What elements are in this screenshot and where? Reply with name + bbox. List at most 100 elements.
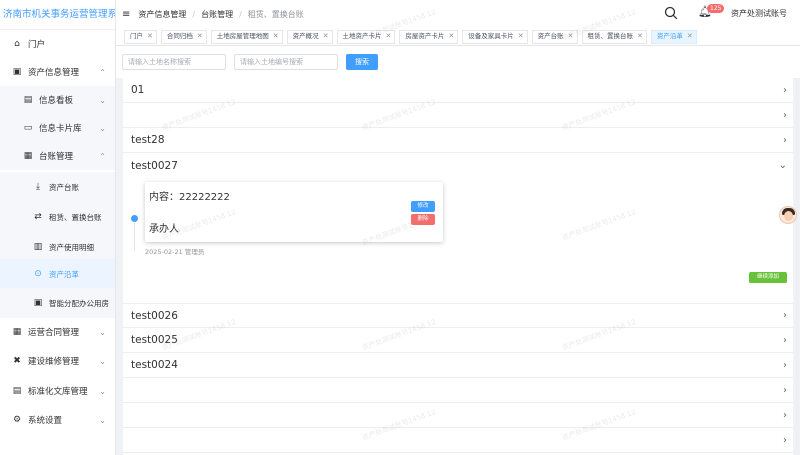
notification-badge: 125 <box>707 4 725 13</box>
land-code-input[interactable]: 请输入土地编号搜索 <box>234 54 338 70</box>
tab-label: 合同归档 <box>166 32 193 40</box>
list-item-expanded[interactable]: test0027 ⌄ <box>123 153 793 178</box>
sidebar-item-portal[interactable]: ⌂ 门户 <box>0 30 115 58</box>
top-bar: ≡ 资产信息管理 / 台账管理 / 租赁、置换台账 🔔︎ 125 资产处测试账号 <box>116 0 800 28</box>
entry-content: 内容：22222222 <box>149 192 230 203</box>
sidebar-item-card-library[interactable]: ▭ 信息卡片库 ⌄ <box>0 114 115 142</box>
tab-asset-history[interactable]: 资产沿革 ✕ <box>650 29 697 44</box>
close-icon[interactable]: ✕ <box>568 30 574 43</box>
list-item[interactable]: 01 › <box>123 78 793 103</box>
sidebar-item-asset-ledger[interactable]: ⤓ 资产台账 <box>0 172 115 202</box>
sidebar-item-settings[interactable]: ⚙ 系统设置 ⌄ <box>0 406 115 434</box>
close-icon[interactable]: ✕ <box>386 30 392 43</box>
history-entry-card: 内容：22222222 承办人 修改 删除 <box>145 182 443 242</box>
tab-portal[interactable]: 门户 ✕ <box>124 29 157 44</box>
entry-meta: 2025-02-21 管理员 <box>145 248 205 256</box>
list-item[interactable]: test0024 › <box>123 353 793 378</box>
breadcrumb-item[interactable]: 台账管理 <box>201 9 233 20</box>
breadcrumb-current: 租赁、置换台账 <box>247 9 304 19</box>
close-icon[interactable]: ✕ <box>147 30 153 43</box>
search-button[interactable]: 搜索 <box>346 54 378 70</box>
sidebar-item-usage-detail[interactable]: ▥ 资产使用明细 <box>0 232 115 262</box>
sidebar-item-label: 系统设置 <box>28 416 63 426</box>
chevron-up-icon: ⌃ <box>99 151 106 161</box>
chevron-right-icon[interactable]: › <box>783 335 787 346</box>
tab-lease-ledger[interactable]: 租赁、置换台账 ✕ <box>581 29 647 44</box>
chevron-down-icon[interactable]: ⌄ <box>779 160 787 171</box>
edit-button[interactable]: 修改 <box>411 201 435 212</box>
user-menu[interactable]: 资产处测试账号 <box>731 8 787 19</box>
tab-label: 资产台账 <box>537 32 564 40</box>
list-item[interactable]: › <box>123 103 793 128</box>
tab-bar: 门户 ✕ 合同归档 ✕ 土地房屋管理地图 ✕ 资产概况 ✕ 土地资产卡片 ✕ 房屋资产卡片… <box>116 28 800 46</box>
list-item[interactable]: › <box>123 428 793 453</box>
breadcrumb-item[interactable]: 资产信息管理 <box>138 9 186 20</box>
tab-house-card[interactable]: 房屋资产卡片 ✕ <box>399 29 459 44</box>
tab-equipment-card[interactable]: 设备及家具卡片 ✕ <box>462 29 528 44</box>
assistant-avatar[interactable] <box>779 206 797 224</box>
close-icon[interactable]: ✕ <box>687 30 693 43</box>
sidebar-item-office-allocation[interactable]: ▣ 智能分配办公用房 <box>0 288 115 318</box>
list-item-title: test0026 <box>131 309 178 322</box>
close-icon[interactable]: ✕ <box>323 30 329 43</box>
gear-icon: ⚙ <box>12 415 22 425</box>
list-item-title: 01 <box>131 84 145 96</box>
menu-toggle-icon[interactable]: ≡ <box>122 9 130 20</box>
chevron-right-icon[interactable]: › <box>783 435 787 446</box>
close-icon[interactable]: ✕ <box>518 30 524 43</box>
sidebar-item-asset-history[interactable]: ⊙ 资产沿革 <box>0 259 115 289</box>
list-item[interactable]: › <box>123 403 793 428</box>
sidebar-item-contract[interactable]: ▦ 运营合同管理 ⌄ <box>0 318 115 346</box>
contract-icon: ▦ <box>12 327 22 337</box>
chevron-down-icon: ⌄ <box>99 123 106 133</box>
chevron-right-icon[interactable]: › <box>783 360 787 371</box>
ledger-icon: ▦ <box>23 151 33 161</box>
chevron-right-icon[interactable]: › <box>783 85 787 96</box>
avatar-face <box>784 211 793 221</box>
chevron-right-icon[interactable]: › <box>783 110 787 121</box>
list-item[interactable]: › <box>123 378 793 403</box>
scrollbar[interactable] <box>795 78 799 455</box>
close-icon[interactable]: ✕ <box>637 30 643 43</box>
sidebar-item-lease-ledger[interactable]: ⇄ 租赁、置换台账 <box>0 202 115 232</box>
tools-icon: ✖ <box>13 356 21 366</box>
tab-asset-overview[interactable]: 资产概况 ✕ <box>286 29 333 44</box>
breadcrumb-separator: / <box>239 9 242 19</box>
tab-asset-ledger[interactable]: 资产台账 ✕ <box>531 29 578 44</box>
close-icon[interactable]: ✕ <box>448 30 454 43</box>
tab-label: 房屋资产卡片 <box>405 32 445 40</box>
sidebar-item-label: 标准化文库管理 <box>28 387 88 397</box>
home-icon: ⌂ <box>14 39 20 49</box>
sidebar-item-label: 租赁、置换台账 <box>49 212 102 222</box>
delete-button[interactable]: 删除 <box>411 214 435 225</box>
list-item[interactable]: test28 › <box>123 128 793 153</box>
search-icon[interactable] <box>664 6 678 20</box>
tab-land-card[interactable]: 土地资产卡片 ✕ <box>336 29 396 44</box>
tab-label: 资产概况 <box>292 32 319 40</box>
app-brand: 济南市机关事务运营管理系统 <box>0 0 115 30</box>
continue-add-button[interactable]: 继续添加 <box>749 272 787 283</box>
land-name-input[interactable]: 请输入土地名称搜索 <box>122 54 226 70</box>
download-icon: ⤓ <box>36 182 40 192</box>
sidebar-item-construction[interactable]: ✖ 建设维修管理 ⌄ <box>0 347 115 375</box>
sidebar-item-asset-info[interactable]: ▣ 资产信息管理 ⌃ <box>0 58 115 86</box>
tab-land-map[interactable]: 土地房屋管理地图 ✕ <box>210 29 283 44</box>
sidebar-item-dashboard[interactable]: ▤ 信息看板 ⌄ <box>0 86 115 114</box>
sidebar-item-label: 门户 <box>28 40 46 50</box>
sidebar-item-label: 智能分配办公用房 <box>49 298 109 308</box>
list-item[interactable]: test0026 › <box>123 303 793 328</box>
chevron-right-icon[interactable]: › <box>783 135 787 146</box>
sidebar-item-ledger[interactable]: ▦ 台账管理 ⌃ <box>0 142 115 170</box>
list-item[interactable]: test0025 › <box>123 328 793 353</box>
close-icon[interactable]: ✕ <box>273 30 279 43</box>
close-icon[interactable]: ✕ <box>197 30 203 43</box>
tab-label: 门户 <box>130 32 143 40</box>
sidebar-item-library[interactable]: ▤ 标准化文库管理 ⌄ <box>0 377 115 405</box>
chevron-right-icon[interactable]: › <box>783 385 787 396</box>
swap-icon: ⇄ <box>34 212 42 222</box>
tab-contract-archive[interactable]: 合同归档 ✕ <box>160 29 207 44</box>
chevron-right-icon[interactable]: › <box>783 410 787 421</box>
breadcrumb-separator: / <box>192 9 196 19</box>
chevron-right-icon[interactable]: › <box>783 310 787 321</box>
timeline-line <box>134 223 135 251</box>
